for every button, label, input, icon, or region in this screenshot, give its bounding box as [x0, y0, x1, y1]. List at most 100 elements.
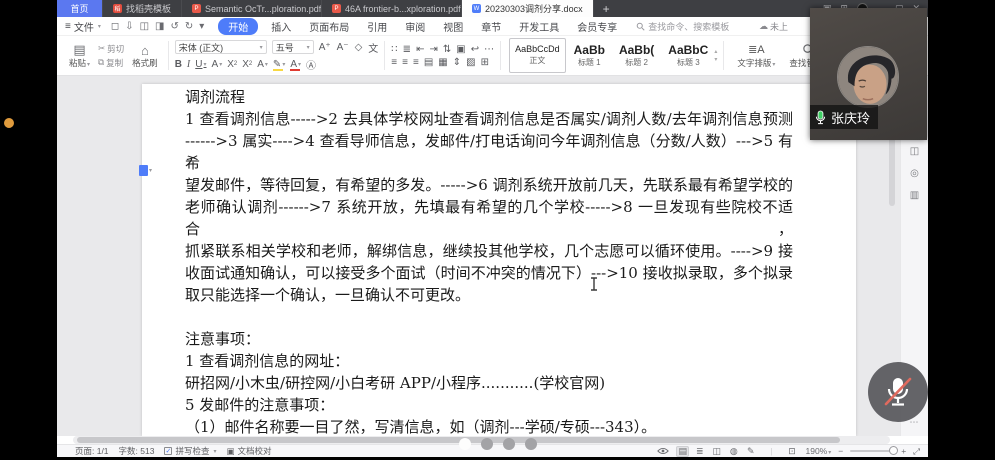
- page-view-icon[interactable]: ▤: [676, 446, 689, 457]
- number-list-icon[interactable]: ≣: [403, 44, 411, 55]
- style-heading1[interactable]: AaBb标题 1: [568, 38, 611, 73]
- zoom-slider[interactable]: [850, 450, 894, 452]
- printer-icon[interactable]: ◫: [910, 146, 919, 157]
- zoom-in-button[interactable]: +: [901, 446, 906, 456]
- menu-home[interactable]: 开始: [218, 18, 258, 35]
- eye-protect-icon[interactable]: [657, 447, 669, 455]
- menu-page-layout[interactable]: 页面布局: [300, 19, 358, 34]
- menu-developer[interactable]: 开发工具: [510, 19, 568, 34]
- mic-mute-button[interactable]: [868, 362, 928, 422]
- notebook-icon[interactable]: ▥: [910, 190, 919, 201]
- document-line: 注意事项：: [185, 328, 793, 350]
- copy-button[interactable]: ⧉复制: [98, 57, 124, 69]
- tab-home[interactable]: 首页: [57, 0, 103, 17]
- command-search-label: 查找命令、搜索模板: [648, 20, 729, 33]
- participant-video-tile[interactable]: 张庆玲: [810, 8, 927, 140]
- tab-docx-active[interactable]: W20230303调剂分享.docx: [462, 0, 594, 17]
- zoom-level[interactable]: 190%▾: [805, 446, 831, 456]
- text-layout-button[interactable]: ≣A 文字排版▾: [730, 38, 782, 73]
- char-scale-button[interactable]: A▾: [257, 59, 268, 70]
- style-normal[interactable]: AaBbCcDd正文: [509, 38, 566, 73]
- proofread-button[interactable]: ▣ 文档校对: [226, 445, 271, 457]
- align-center-icon[interactable]: ≡: [402, 57, 408, 68]
- export-pdf-icon[interactable]: ⇩: [125, 21, 133, 32]
- bold-button[interactable]: B: [175, 59, 182, 70]
- zoom-slider-knob[interactable]: [889, 446, 898, 455]
- style-heading3[interactable]: AaBbC标题 3: [662, 38, 714, 73]
- paragraph-mark-icon[interactable]: ↩: [471, 44, 479, 55]
- char-effects-button[interactable]: A▾: [212, 59, 223, 70]
- docer-icon: 稻: [113, 4, 122, 13]
- menu-view[interactable]: 视图: [434, 19, 472, 34]
- font-name-select[interactable]: 宋体 (正文)▾: [175, 40, 267, 54]
- ink-mode-icon[interactable]: ✎: [744, 446, 757, 457]
- highlight-color-button[interactable]: ✎▾: [273, 59, 285, 70]
- decrease-indent-icon[interactable]: ⇤: [416, 44, 424, 55]
- clear-format-icon[interactable]: ◇: [355, 40, 363, 55]
- grow-font-icon[interactable]: A⁺: [319, 40, 331, 55]
- sort-icon[interactable]: ⇅: [443, 44, 451, 55]
- print-preview-icon[interactable]: ◨: [155, 21, 164, 32]
- read-mode-icon[interactable]: ◫: [710, 446, 723, 457]
- web-layout-icon[interactable]: ◍: [727, 446, 740, 457]
- borders-icon[interactable]: ⊞: [481, 57, 489, 68]
- cjk-layout-icon[interactable]: ▣: [456, 44, 465, 55]
- floating-annotation-dot[interactable]: [4, 118, 14, 128]
- underline-button[interactable]: U▾: [195, 59, 206, 70]
- shading-icon[interactable]: ▨: [466, 57, 475, 68]
- margin-comment-marker[interactable]: ▾: [139, 164, 153, 177]
- format-painter-button[interactable]: ⌂ 格式刷: [128, 43, 162, 69]
- share-page-dot[interactable]: [481, 438, 493, 450]
- superscript-button[interactable]: X2: [227, 59, 237, 70]
- shrink-font-icon[interactable]: A⁻: [337, 40, 349, 55]
- align-right-icon[interactable]: ≡: [413, 57, 419, 68]
- zoom-out-button[interactable]: −: [838, 446, 843, 456]
- document-page[interactable]: 调剂流程1 查看调剂信息----->2 去具体学校网址查看调剂信息是否属实/调剂…: [142, 84, 856, 436]
- tab-docer-templates[interactable]: 稻找稻壳模板: [103, 0, 182, 17]
- tab-pdf-frontier[interactable]: P46A frontier-b...xploration.pdf: [322, 0, 462, 17]
- proofread-label: 文档校对: [238, 445, 272, 457]
- menu-insert[interactable]: 插入: [262, 19, 300, 34]
- tab-pdf-semantic[interactable]: PSemantic OcTr...ploration.pdf: [182, 0, 322, 17]
- menu-membership[interactable]: 会员专享: [568, 19, 626, 34]
- share-page-dot[interactable]: [525, 438, 537, 450]
- spellcheck-toggle[interactable]: ✓ 拼写检查 ▾: [164, 445, 216, 457]
- styles-scroll[interactable]: ▴▾: [714, 38, 717, 73]
- file-menu[interactable]: ≡ 文件 ▾: [57, 19, 107, 34]
- italic-button[interactable]: I: [187, 59, 190, 70]
- share-page-dot[interactable]: [459, 438, 471, 450]
- command-search[interactable]: 查找命令、搜索模板: [626, 20, 729, 33]
- font-size-select[interactable]: 五号▾: [272, 40, 314, 54]
- bullet-list-icon[interactable]: ∷: [391, 44, 397, 55]
- paste-button[interactable]: ▤ 粘贴▾: [65, 42, 94, 69]
- distribute-icon[interactable]: ▦: [438, 57, 447, 68]
- subscript-button[interactable]: X2: [242, 59, 252, 70]
- copy-icon: ⧉: [98, 57, 104, 68]
- line-spacing-icon[interactable]: ⇕: [453, 57, 461, 68]
- file-menu-label: 文件: [74, 19, 94, 34]
- menu-review[interactable]: 审阅: [396, 19, 434, 34]
- share-page-dot[interactable]: [503, 438, 515, 450]
- outline-view-icon[interactable]: ≣: [693, 446, 706, 457]
- fullscreen-icon[interactable]: ⤢: [913, 446, 920, 457]
- menu-references[interactable]: 引用: [358, 19, 396, 34]
- save-icon[interactable]: ◻: [111, 21, 119, 32]
- help-circle-icon[interactable]: ◎: [910, 168, 919, 179]
- print-icon[interactable]: ◫: [140, 21, 149, 32]
- new-tab-button[interactable]: +: [594, 0, 619, 17]
- phonetic-guide-icon[interactable]: 文: [368, 40, 378, 55]
- para-more-icon[interactable]: ⋯: [484, 44, 494, 55]
- font-color-button[interactable]: A▾: [290, 59, 301, 70]
- brush-icon: ⌂: [141, 43, 149, 59]
- fit-window-icon[interactable]: ⊡: [785, 446, 798, 457]
- cut-button[interactable]: ✂剪切: [98, 43, 124, 55]
- justify-icon[interactable]: ▤: [424, 57, 433, 68]
- undo-icon[interactable]: ↺: [170, 21, 178, 32]
- char-border-icon[interactable]: Ⓐ: [306, 57, 316, 72]
- redo-icon[interactable]: ↻: [185, 21, 193, 32]
- style-heading2[interactable]: AaBb(标题 2: [613, 38, 660, 73]
- quickbar-more-icon[interactable]: ▾: [199, 21, 204, 32]
- align-left-icon[interactable]: ≡: [391, 57, 397, 68]
- increase-indent-icon[interactable]: ⇥: [429, 44, 437, 55]
- menu-sections[interactable]: 章节: [472, 19, 510, 34]
